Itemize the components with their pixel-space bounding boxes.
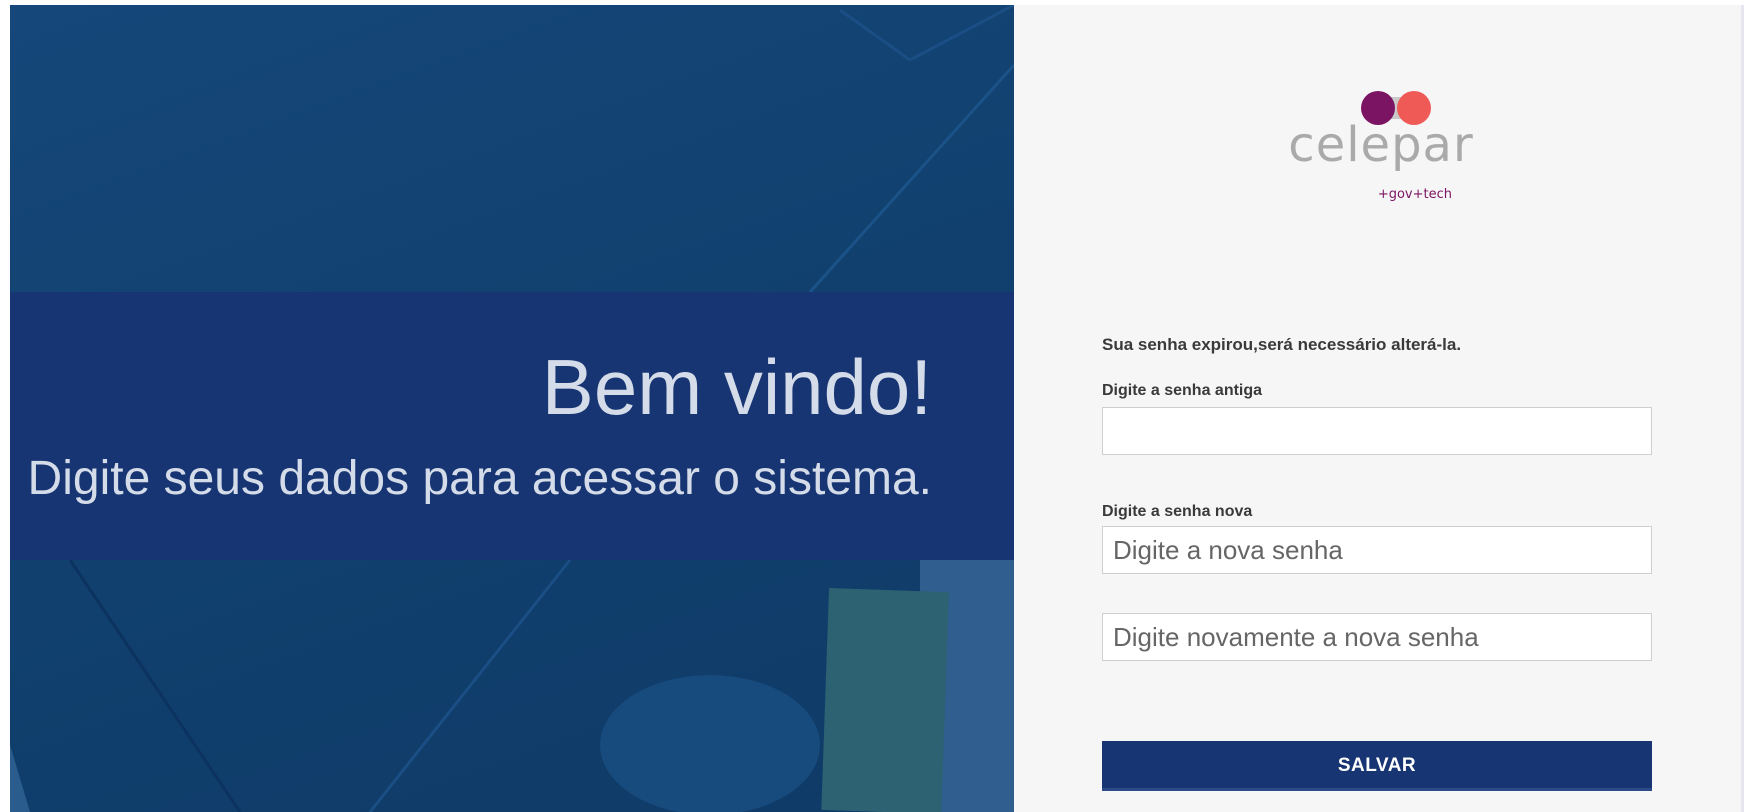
form-panel: celepar +gov+tech Sua senha expirou,será… [1014, 5, 1741, 812]
hero-panel: Bem vindo! Digite seus dados para acessa… [10, 5, 1014, 812]
confirm-password-field[interactable] [1102, 613, 1652, 661]
save-button[interactable]: SALVAR [1102, 741, 1652, 791]
celepar-logo: celepar +gov+tech [1286, 91, 1476, 211]
password-expired-notice: Sua senha expirou,será necessário alterá… [1102, 335, 1462, 354]
welcome-heading: Bem vindo! [541, 343, 932, 431]
new-password-field[interactable] [1102, 526, 1652, 574]
logo-tagline: +gov+tech [1377, 187, 1452, 202]
welcome-subtitle: Digite seus dados para acessar o sistema… [27, 452, 932, 505]
new-password-label: Digite a senha nova [1102, 503, 1253, 520]
logo-wordmark: celepar [1288, 117, 1474, 173]
old-password-field[interactable] [1102, 407, 1652, 455]
old-password-label: Digite a senha antiga [1102, 382, 1263, 399]
welcome-banner: Bem vindo! Digite seus dados para acessa… [10, 292, 1014, 560]
